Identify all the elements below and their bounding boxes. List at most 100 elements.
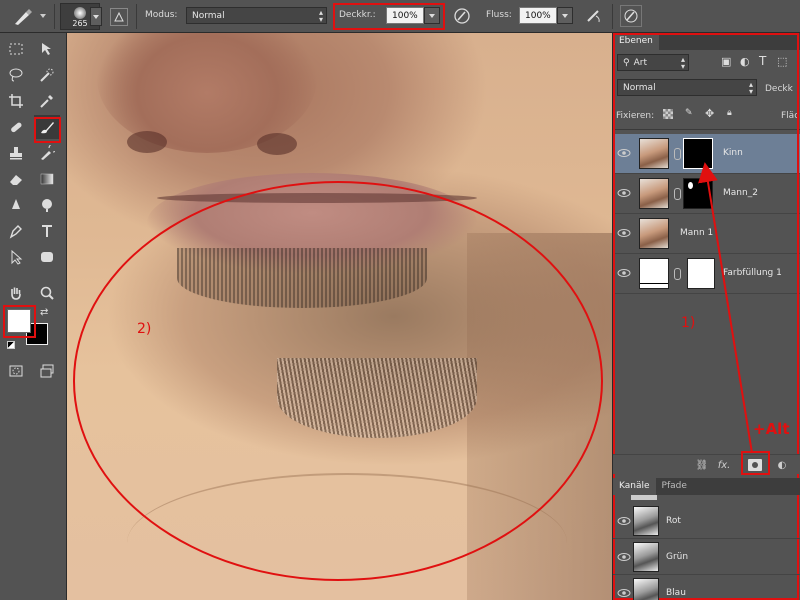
fx-icon[interactable]: fx. <box>717 458 731 472</box>
filter-adjust-icon[interactable]: ◐ <box>740 55 750 68</box>
opacity-input[interactable]: 100% <box>386 7 424 24</box>
visibility-eye-icon[interactable] <box>617 147 631 159</box>
filter-image-icon[interactable]: ▣ <box>721 55 731 68</box>
move-icon[interactable] <box>34 37 60 61</box>
crop-icon[interactable] <box>3 89 29 113</box>
adjustment-layer-icon[interactable]: ◐ <box>775 458 789 472</box>
tab-layers[interactable]: Ebenen <box>613 33 659 50</box>
channel-thumbnail <box>633 578 659 600</box>
layers-list: Kinn Mann_2 Mann 1 Farbfüllung 1 1) +Alt <box>613 129 800 454</box>
visibility-eye-icon[interactable] <box>617 187 631 199</box>
visibility-eye-icon[interactable] <box>617 227 631 239</box>
lock-all-icon[interactable]: 🔒︎ <box>727 108 732 118</box>
lasso-icon[interactable] <box>3 63 29 87</box>
layer-row-mann-1[interactable]: Mann 1 <box>613 214 800 254</box>
channel-name: Grün <box>666 552 689 562</box>
pressure-opacity-icon[interactable] <box>452 6 472 26</box>
tab-paths[interactable]: Pfade <box>656 478 693 495</box>
healing-icon[interactable] <box>3 115 29 139</box>
layer-name[interactable]: Mann_2 <box>723 188 758 198</box>
brush-panel-toggle-icon[interactable] <box>110 8 128 26</box>
lock-pixels-icon[interactable]: ✎ <box>685 108 693 118</box>
visibility-eye-icon[interactable] <box>617 267 631 279</box>
brush-tool-highlight <box>34 117 61 143</box>
channel-row-rot[interactable]: Rot <box>613 503 800 539</box>
history-brush-icon[interactable] <box>34 141 60 165</box>
gradient-icon[interactable] <box>34 167 60 191</box>
opacity-label: Deckkr.: <box>339 10 376 20</box>
mode-select[interactable]: Normal ▴ ▾ <box>186 7 327 24</box>
path-select-icon[interactable] <box>3 245 29 269</box>
zoom-icon[interactable] <box>34 281 60 305</box>
layer-thumbnail <box>639 218 669 249</box>
shape-icon[interactable] <box>34 245 60 269</box>
blur-icon[interactable] <box>3 193 29 217</box>
channels-tabbar: Kanäle Pfade <box>613 478 800 495</box>
text-icon[interactable] <box>34 219 60 243</box>
annotation-label-1: 1) <box>681 315 696 331</box>
foreground-highlight <box>3 305 36 338</box>
marquee-icon[interactable] <box>3 37 29 61</box>
brush-tip-icon <box>74 6 86 19</box>
blend-mode-select[interactable]: Normal ▴ ▾ <box>617 79 757 96</box>
tab-channels[interactable]: Kanäle <box>613 478 656 495</box>
layer-name[interactable]: Mann 1 <box>680 228 713 238</box>
brush-tool-preset-icon[interactable] <box>12 7 34 27</box>
lock-position-icon[interactable]: ✥ <box>705 107 714 120</box>
visibility-eye-icon[interactable] <box>617 551 631 563</box>
link-chain-icon[interactable] <box>674 188 681 200</box>
pressure-size-icon[interactable] <box>620 5 642 27</box>
eyedropper-icon[interactable] <box>34 89 60 113</box>
pen-icon[interactable] <box>3 219 29 243</box>
stamp-icon[interactable] <box>3 141 29 165</box>
layer-name[interactable]: Kinn <box>723 148 743 158</box>
quick-select-icon[interactable] <box>34 63 60 87</box>
filter-select[interactable]: ⚲ Art ▴ ▾ <box>617 54 689 71</box>
visibility-eye-icon[interactable] <box>617 587 631 599</box>
tool-preset-dropdown[interactable] <box>40 14 46 18</box>
default-colors-icon[interactable] <box>7 341 15 349</box>
channel-row-gruen[interactable]: Grün <box>613 539 800 575</box>
add-mask-highlight <box>741 451 770 475</box>
opacity-value: 100% <box>392 10 418 21</box>
flow-value: 100% <box>525 10 551 21</box>
lock-transparency-icon[interactable] <box>663 109 673 119</box>
hand-icon[interactable] <box>3 281 29 305</box>
layer-row-kinn[interactable]: Kinn <box>613 134 800 174</box>
channel-row-blau[interactable]: Blau <box>613 575 800 600</box>
layer-row-mann-2[interactable]: Mann_2 <box>613 174 800 214</box>
link-layers-icon[interactable]: ⛓︎ <box>695 458 709 472</box>
layer-mask-thumbnail[interactable] <box>683 138 713 169</box>
filter-text-icon[interactable]: T <box>759 54 766 68</box>
quick-mask-icon[interactable] <box>3 359 29 383</box>
filter-value: Art <box>633 57 647 68</box>
flow-dropdown[interactable] <box>557 7 573 24</box>
eraser-icon[interactable] <box>3 167 29 191</box>
updown-icon: ▴ ▾ <box>318 8 323 24</box>
brush-picker-dropdown[interactable] <box>90 7 102 26</box>
fill-thumb-line <box>640 283 668 284</box>
photo-nostril-right <box>257 133 297 155</box>
layer-filter-row: ⚲ Art ▴ ▾ ▣ ◐ T ⬚ <box>613 52 800 74</box>
updown-icon: ▴ ▾ <box>748 80 753 96</box>
layer-mask-thumbnail[interactable] <box>683 178 713 209</box>
document-canvas[interactable]: 2) <box>67 33 612 600</box>
lock-row: Fixieren: ✎ ✥ 🔒︎ Fläc <box>613 105 800 127</box>
flow-input[interactable]: 100% <box>519 7 557 24</box>
blend-row: Normal ▴ ▾ Deckk <box>613 76 800 100</box>
link-chain-icon[interactable] <box>674 148 681 160</box>
screen-mode-icon[interactable] <box>34 359 60 383</box>
filter-shape-icon[interactable]: ⬚ <box>777 55 787 68</box>
visibility-eye-icon[interactable] <box>617 515 631 527</box>
layer-name[interactable]: Farbfüllung 1 <box>723 268 782 278</box>
opacity-dropdown[interactable] <box>424 7 440 24</box>
dodge-icon[interactable] <box>34 193 60 217</box>
swap-colors-icon[interactable]: ⇄ <box>40 307 48 318</box>
airbrush-icon[interactable] <box>584 6 604 26</box>
layer-mask-thumbnail[interactable] <box>687 258 715 289</box>
channels-list: Rot Grün Blau <box>613 495 800 600</box>
layers-panel: Ebenen ⚲ Art ▴ ▾ ▣ ◐ T ⬚ Normal ▴ ▾ Deckk … <box>612 33 800 600</box>
layer-row-farbfuellung-1[interactable]: Farbfüllung 1 <box>613 254 800 294</box>
layer-thumbnail <box>639 178 669 209</box>
link-chain-icon[interactable] <box>674 268 681 280</box>
